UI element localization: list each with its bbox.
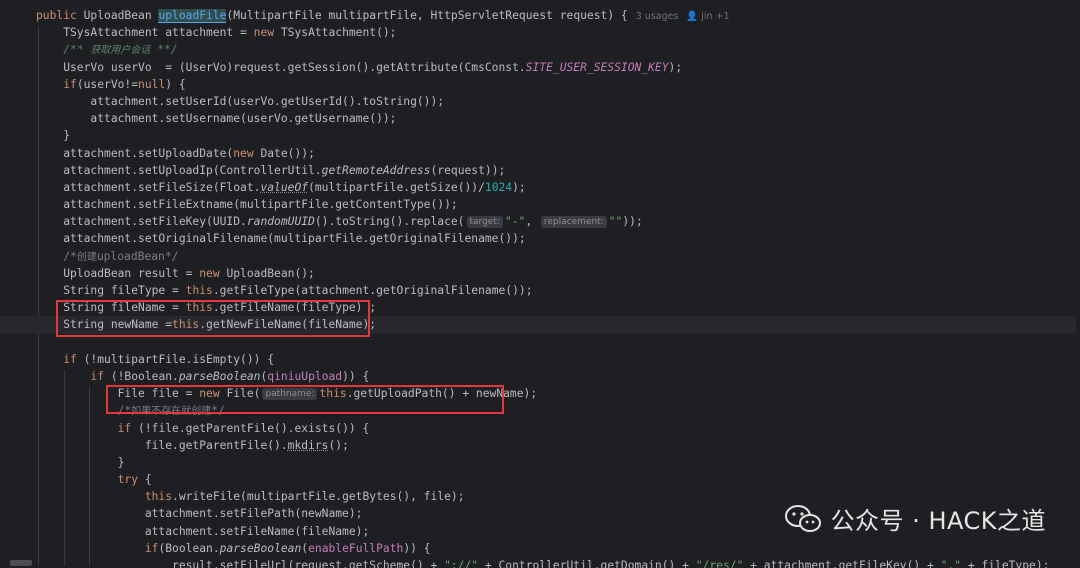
code-line: file.getParentFile().mkdirs(); — [36, 438, 349, 452]
code-line: attachment.setUserId(userVo.getUserId().… — [36, 94, 445, 108]
code-line: attachment.setFileSize(Float.valueOf(mul… — [36, 180, 526, 194]
author-hint[interactable]: jin +1 — [701, 11, 729, 22]
code-editor[interactable]: public UploadBean uploadFile(MultipartFi… — [0, 0, 1080, 568]
watermark: 公众号 · HACK之道 — [783, 501, 1046, 536]
code-line: result.setFileUrl(request.getScheme() + … — [36, 559, 1050, 568]
code-line: } — [36, 129, 71, 143]
param-hint-replacement: replacement: — [540, 216, 607, 229]
code-line: attachment.setUsername(userVo.getUsernam… — [36, 112, 397, 126]
editor-gutter — [0, 0, 22, 568]
param-hint-target: target: — [466, 216, 503, 229]
wechat-icon — [784, 504, 821, 532]
code-line: if(Boolean.parseBoolean(enableFullPath))… — [144, 541, 431, 555]
horizontal-scrollbar[interactable] — [10, 560, 32, 566]
code-line: attachment.setOriginalFilename(multipart… — [36, 232, 526, 246]
code-line: UserVo userVo = (UserVo)request.getSessi… — [36, 60, 683, 74]
code-line: UploadBean result = new UploadBean(); — [36, 266, 315, 280]
code-line: if (!Boolean.parseBoolean(qiniuUpload)) … — [90, 369, 370, 383]
code-line: attachment.setUploadDate(new Date()); — [36, 146, 315, 160]
code-line: /*创建uploadBean*/ — [63, 249, 179, 263]
author-icon: 👤 — [686, 11, 699, 22]
code-line: /** 获取用户会话 **/ — [63, 43, 178, 57]
method-name[interactable]: uploadFile — [158, 9, 227, 23]
code-line: } — [36, 455, 125, 469]
code-line: attachment.setFileKey(UUID.randomUUID().… — [36, 215, 643, 229]
highlight-box-filename — [56, 300, 370, 337]
code-line: if(userVo!=null) { — [63, 77, 186, 91]
code-line: TSysAttachment attachment = new TSysAtta… — [36, 26, 397, 40]
code-line: if (!multipartFile.isEmpty()) { — [63, 352, 275, 366]
code-line: public UploadBean uploadFile(MultipartFi… — [36, 9, 730, 23]
code-content[interactable]: public UploadBean uploadFile(MultipartFi… — [0, 7, 1076, 568]
highlight-box-file — [106, 385, 504, 414]
code-line: attachment.setFileExtname(multipartFile.… — [36, 198, 458, 212]
code-line: attachment.setUploadIp(ControllerUtil.ge… — [36, 163, 506, 177]
code-line: try { — [117, 473, 152, 487]
watermark-text: 公众号 · HACK之道 — [830, 507, 1046, 535]
code-line: if (!file.getParentFile().exists()) { — [117, 421, 370, 435]
usages-hint[interactable]: 3 usages — [636, 11, 679, 22]
code-line: String fileType = this.getFileType(attac… — [36, 284, 533, 297]
